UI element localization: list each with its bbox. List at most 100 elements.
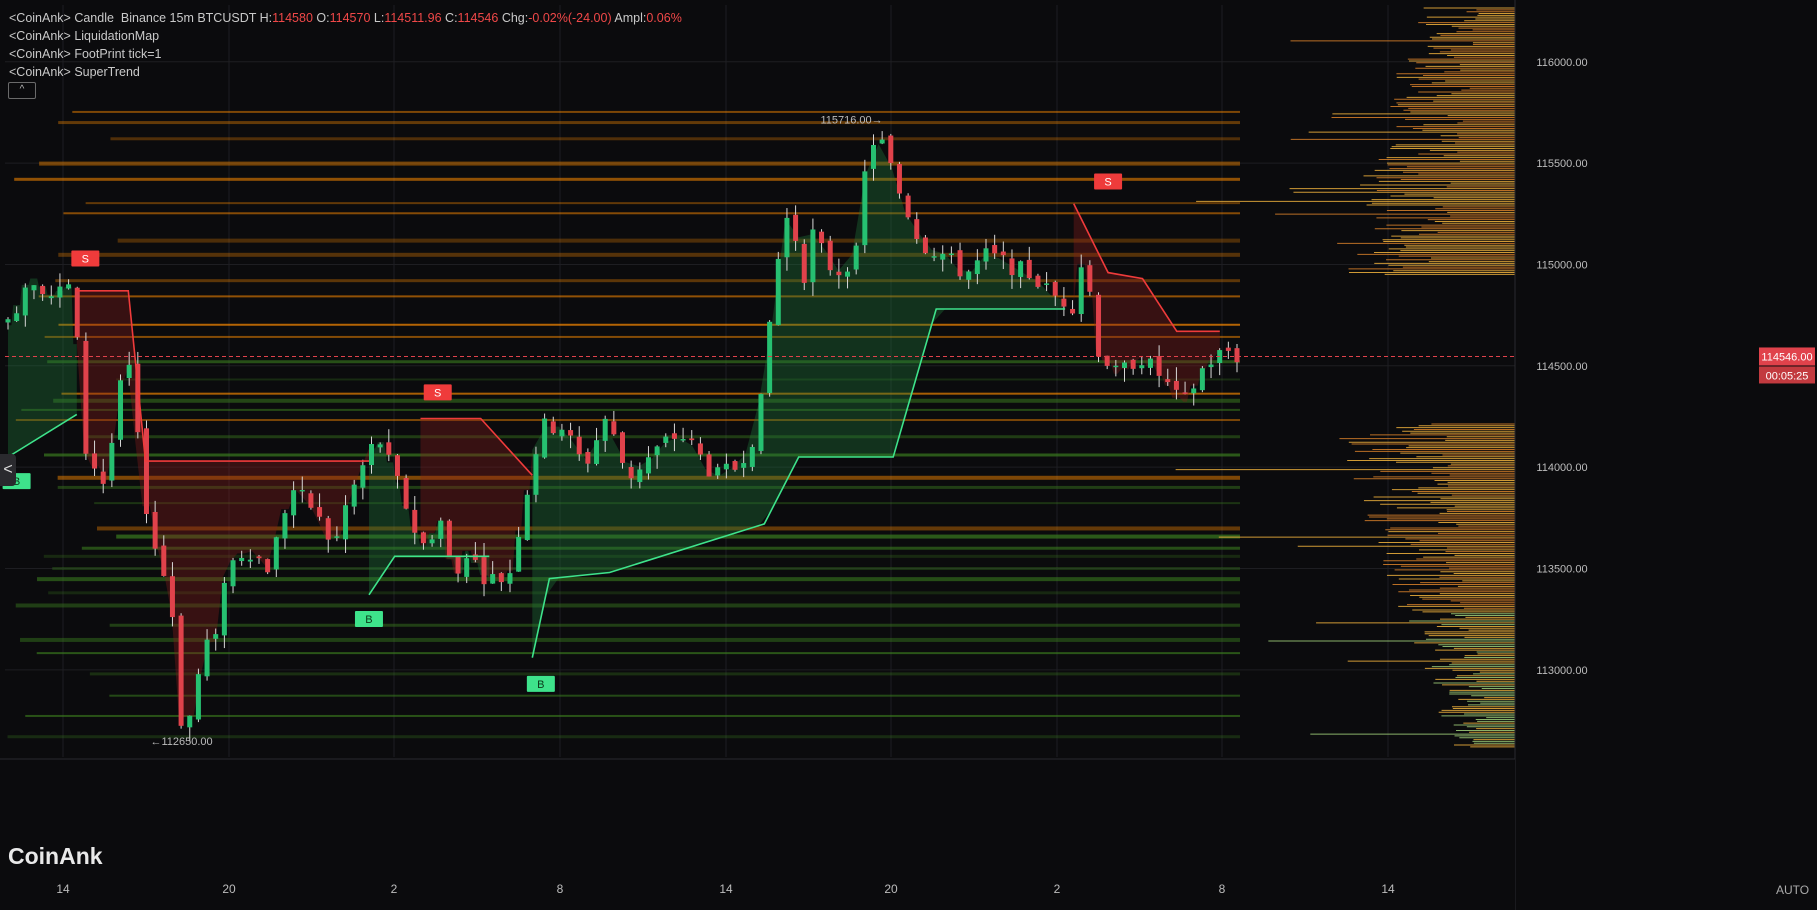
- candle-up: [723, 463, 729, 470]
- time-tick-label: 8: [1219, 882, 1226, 896]
- candle-down: [1104, 355, 1110, 366]
- candle-up: [360, 465, 366, 488]
- candle-down: [74, 287, 80, 338]
- heatmap-band: [89, 672, 1241, 676]
- candle-down: [550, 421, 556, 434]
- heatmap-band: [63, 212, 1240, 215]
- legend-exchange: Binance 15m BTCUSDT: [120, 11, 257, 25]
- price-chart[interactable]: 115716.00→←112650.00BSSBBS 116000.001155…: [0, 0, 1817, 910]
- supertrend-fill-down: [1073, 203, 1220, 402]
- candle-down: [585, 452, 591, 464]
- collapse-legend-button[interactable]: ^: [8, 82, 36, 99]
- legend-liquidation-map[interactable]: <CoinAnk> LiquidationMap: [9, 27, 682, 45]
- candle-up: [931, 256, 937, 258]
- candle-up: [948, 253, 954, 256]
- candle-up: [1078, 267, 1084, 315]
- candle-up: [109, 442, 115, 481]
- candle-down: [992, 245, 998, 254]
- watermark-logo: CoinAnk: [8, 843, 103, 869]
- candle-down: [143, 428, 149, 515]
- legend-low-label: L:: [373, 11, 385, 25]
- heatmap-band: [52, 566, 1241, 570]
- candle-down: [568, 430, 574, 436]
- candle-up: [879, 139, 885, 144]
- candle-down: [100, 471, 106, 484]
- candle-up: [438, 520, 444, 539]
- candle-up: [654, 446, 660, 456]
- candle-up: [1044, 283, 1050, 285]
- heatmap-band: [85, 202, 1241, 205]
- candle-up: [542, 418, 548, 458]
- heatmap-band: [25, 714, 1241, 717]
- candle-down: [178, 615, 184, 726]
- heatmap-band: [72, 110, 1240, 113]
- time-tick-label: 20: [884, 882, 898, 896]
- price-axis-bg: [1515, 0, 1817, 910]
- price-tick-label: 114000.00: [1536, 462, 1587, 474]
- legend-supertrend[interactable]: <CoinAnk> SuperTrend: [9, 63, 682, 81]
- signal-label-S: S: [434, 387, 441, 399]
- candle-down: [793, 214, 799, 241]
- candle-up: [741, 463, 747, 468]
- high-price-label: 115716.00→: [820, 114, 882, 126]
- candle-up: [533, 454, 539, 495]
- legend-open-value: 114570: [329, 11, 371, 25]
- candle-up: [1147, 358, 1153, 368]
- candle-up: [524, 494, 530, 541]
- legend-amplitude-value: 0.06%: [646, 11, 682, 25]
- heatmap-band: [47, 360, 1240, 364]
- candle-down: [922, 237, 928, 254]
- candle-down: [611, 421, 617, 435]
- candle-up: [810, 229, 816, 283]
- candle-down: [394, 455, 400, 476]
- candle-up: [637, 469, 643, 483]
- candle-down: [1096, 294, 1102, 357]
- heatmap-band: [58, 323, 1240, 326]
- candle-up: [230, 560, 236, 587]
- candle-up: [291, 490, 297, 516]
- candle-down: [819, 231, 825, 244]
- candle-down: [1026, 259, 1032, 279]
- time-tick-label: 2: [391, 882, 398, 896]
- heatmap-band: [48, 591, 1240, 595]
- candle-up: [758, 393, 764, 451]
- signal-label-S: S: [1104, 177, 1111, 189]
- candle-up: [507, 573, 513, 584]
- candle-down: [325, 518, 331, 540]
- price-tick-label: 115500.00: [1536, 158, 1587, 170]
- chevron-left-icon[interactable]: <: [0, 454, 16, 486]
- candle-down: [152, 511, 158, 549]
- candle-up: [213, 634, 219, 639]
- candle-up: [221, 582, 227, 636]
- heatmap-band: [109, 694, 1240, 697]
- candle-up: [377, 444, 383, 448]
- time-tick-label: 20: [222, 882, 236, 896]
- candle-up: [57, 286, 63, 298]
- heatmap-band: [61, 392, 1240, 395]
- candle-down: [888, 135, 894, 163]
- legend-footprint[interactable]: <CoinAnk> FootPrint tick=1: [9, 45, 682, 63]
- legend-high-value: 114580: [272, 11, 313, 25]
- heatmap-band: [117, 238, 1240, 243]
- heatmap-band: [15, 419, 1241, 422]
- candle-down: [446, 520, 452, 557]
- legend-candle[interactable]: <CoinAnk> Candle Binance 15m BTCUSDT H:1…: [9, 9, 682, 27]
- candle-down: [455, 556, 461, 574]
- candle-down: [1182, 392, 1188, 394]
- signal-label-S: S: [82, 254, 89, 266]
- candle-up: [343, 505, 349, 540]
- candle-down: [1173, 380, 1179, 390]
- heatmap-band: [55, 279, 1241, 283]
- candle-up: [299, 489, 305, 492]
- auto-scale-button[interactable]: AUTO: [1776, 883, 1809, 897]
- candle-up: [126, 364, 132, 379]
- time-axis: 14 20 2 8 14 20 2 8 14: [0, 758, 1515, 910]
- candle-down: [92, 453, 98, 469]
- low-price-label: ←112650.00: [150, 736, 212, 748]
- signal-label-B: B: [365, 614, 372, 626]
- candle-up: [239, 557, 245, 562]
- candle-up: [464, 558, 470, 577]
- candle-up: [282, 513, 288, 539]
- candle-down: [827, 240, 833, 271]
- candle-up: [5, 319, 11, 323]
